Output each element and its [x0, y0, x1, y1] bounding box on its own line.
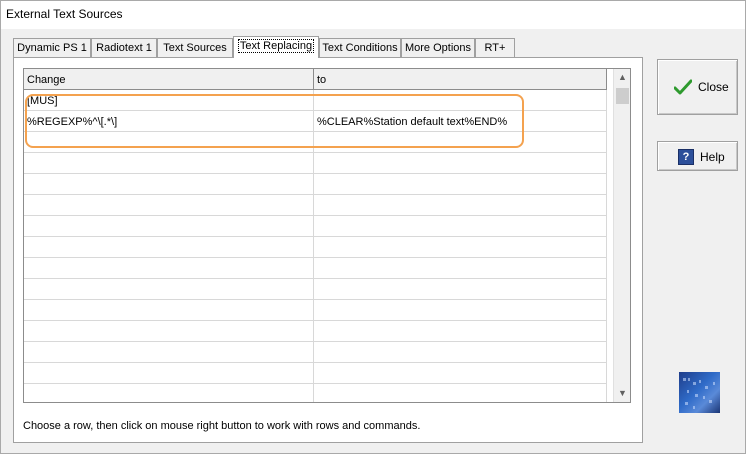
cell-change[interactable]: [24, 342, 314, 362]
instruction-text: Choose a row, then click on mouse right …: [23, 420, 421, 432]
tab-label: More Options: [404, 42, 472, 54]
cell-to[interactable]: [314, 216, 607, 236]
cell-change[interactable]: [24, 258, 314, 278]
scroll-up-arrow-icon[interactable]: ▲: [614, 69, 630, 86]
table-row[interactable]: [24, 321, 607, 342]
table-row[interactable]: [24, 237, 607, 258]
help-icon: ?: [678, 149, 694, 165]
table-row[interactable]: [24, 384, 607, 402]
cell-to[interactable]: [314, 258, 607, 278]
table-row[interactable]: [24, 195, 607, 216]
vertical-scrollbar[interactable]: ▲ ▼: [613, 69, 630, 402]
table-row[interactable]: [MUS]: [24, 90, 607, 111]
cell-to[interactable]: [314, 363, 607, 383]
cell-change[interactable]: [24, 237, 314, 257]
close-button[interactable]: Close: [657, 59, 738, 115]
cell-change[interactable]: %REGEXP%^\[.*\]: [24, 111, 314, 131]
table-row[interactable]: [24, 363, 607, 384]
cell-change[interactable]: [24, 132, 314, 152]
cell-change[interactable]: [24, 279, 314, 299]
tab-label: Text Conditions: [322, 42, 398, 54]
cell-to[interactable]: [314, 342, 607, 362]
cell-to[interactable]: [314, 300, 607, 320]
tab-text-conditions[interactable]: Text Conditions: [319, 38, 401, 57]
cell-to[interactable]: [314, 153, 607, 173]
cell-to[interactable]: [314, 279, 607, 299]
grid-header: Change to: [24, 69, 607, 90]
tab-label: Text Sources: [163, 42, 227, 54]
tab-panel-text-replacing: Change to [MUS] %REGEXP%^\[.*\] %CLEAR%Sta…: [13, 57, 643, 443]
cell-to[interactable]: [314, 195, 607, 215]
cell-to[interactable]: [314, 321, 607, 341]
tab-text-replacing[interactable]: Text Replacing: [233, 36, 319, 58]
external-text-sources-window: External Text Sources Dynamic PS 1 Radio…: [0, 0, 746, 454]
table-row[interactable]: %REGEXP%^\[.*\] %CLEAR%Station default te…: [24, 111, 607, 132]
column-header-change[interactable]: Change: [24, 69, 314, 90]
close-button-label: Close: [698, 80, 729, 94]
column-header-to[interactable]: to: [314, 69, 607, 90]
scroll-down-arrow-icon[interactable]: ▼: [614, 385, 630, 402]
tab-more-options[interactable]: More Options: [401, 38, 475, 57]
cell-change[interactable]: [24, 384, 314, 402]
table-row[interactable]: [24, 132, 607, 153]
tab-text-sources[interactable]: Text Sources: [157, 38, 233, 57]
cell-change[interactable]: [24, 300, 314, 320]
cell-change[interactable]: [24, 216, 314, 236]
table-row[interactable]: [24, 342, 607, 363]
cell-to[interactable]: [314, 90, 607, 110]
help-button[interactable]: ? Help: [657, 141, 738, 171]
cell-to[interactable]: %CLEAR%Station default text%END%: [314, 111, 607, 131]
tab-label: RT+: [484, 42, 506, 54]
cell-to[interactable]: [314, 384, 607, 402]
scroll-thumb[interactable]: [616, 88, 629, 104]
table-row[interactable]: [24, 174, 607, 195]
cell-to[interactable]: [314, 174, 607, 194]
cell-change[interactable]: [24, 195, 314, 215]
help-button-label: Help: [700, 150, 725, 164]
window-title: External Text Sources: [6, 7, 123, 21]
table-row[interactable]: [24, 279, 607, 300]
check-icon: [674, 79, 692, 95]
tab-label: Text Replacing: [237, 39, 315, 53]
app-logo-icon: [679, 372, 720, 413]
title-bar: External Text Sources: [1, 1, 745, 29]
cell-change[interactable]: [24, 321, 314, 341]
cell-change[interactable]: [24, 363, 314, 383]
tab-label: Radiotext 1: [96, 42, 152, 54]
tab-label: Dynamic PS 1: [17, 42, 87, 54]
table-row[interactable]: [24, 153, 607, 174]
table-row[interactable]: [24, 216, 607, 237]
table-row[interactable]: [24, 258, 607, 279]
replacement-grid[interactable]: Change to [MUS] %REGEXP%^\[.*\] %CLEAR%Sta…: [23, 68, 631, 403]
cell-to[interactable]: [314, 132, 607, 152]
cell-to[interactable]: [314, 237, 607, 257]
cell-change[interactable]: [24, 153, 314, 173]
tab-radiotext-1[interactable]: Radiotext 1: [91, 38, 157, 57]
table-row[interactable]: [24, 300, 607, 321]
tab-dynamic-ps-1[interactable]: Dynamic PS 1: [13, 38, 91, 57]
cell-change[interactable]: [24, 174, 314, 194]
cell-change[interactable]: [MUS]: [24, 90, 314, 110]
tab-rt-plus[interactable]: RT+: [475, 38, 515, 57]
